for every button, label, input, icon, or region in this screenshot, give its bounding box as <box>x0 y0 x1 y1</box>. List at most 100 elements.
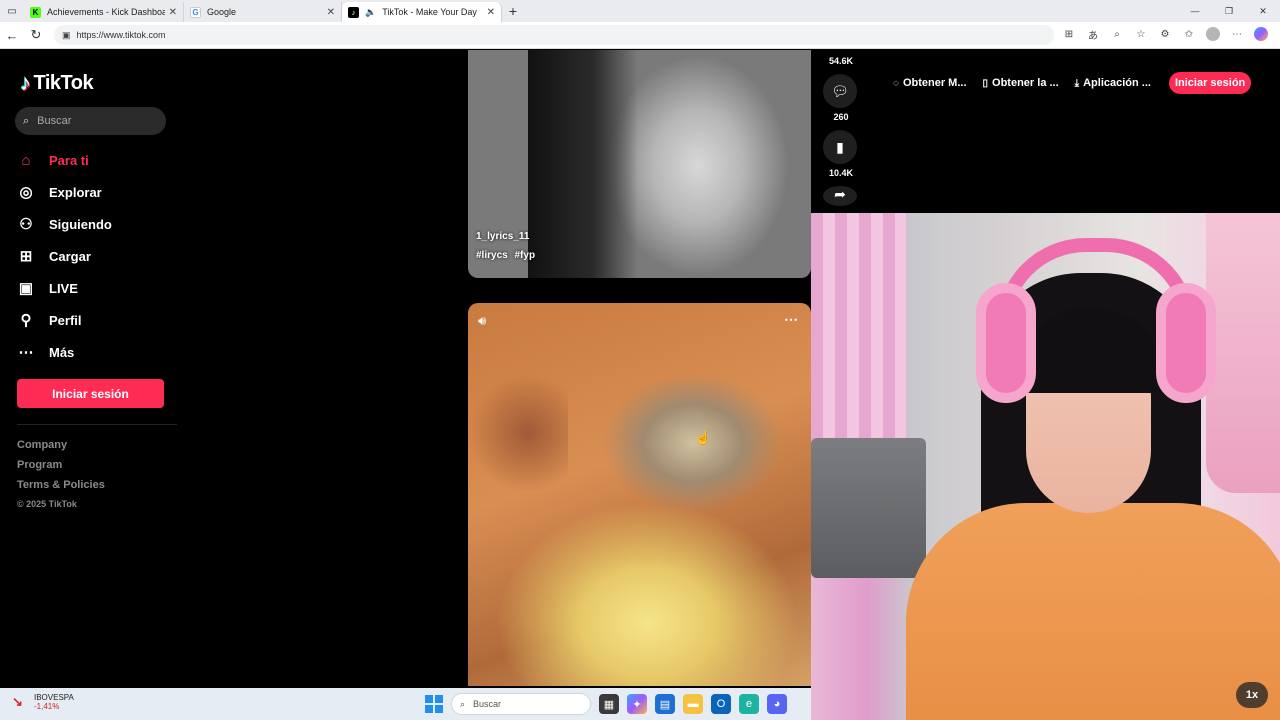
tiktok-logo[interactable]: ♪ TikTok <box>20 70 94 96</box>
tab-tiktok[interactable]: ♪ 🔈 TikTok - Make Your Day ✕ <box>342 2 502 22</box>
sidebar-footer: Company Program Terms & Policies © 2025 … <box>17 439 105 509</box>
video-frame <box>468 373 568 493</box>
zoom-icon[interactable]: ⌕ <box>1108 25 1126 43</box>
app-install-icon[interactable]: ⊞ <box>1060 25 1078 43</box>
url-field[interactable]: ▣ https://www.tiktok.com <box>54 25 1054 45</box>
close-icon[interactable]: ✕ <box>487 7 495 18</box>
tab-actions-icon[interactable]: ▭ <box>0 0 24 22</box>
outlook-icon[interactable]: O <box>711 694 731 714</box>
sidebar-item-para-ti[interactable]: ⌂ Para ti <box>17 144 177 176</box>
copyright: © 2025 TikTok <box>17 499 77 509</box>
search-box[interactable]: ⌕ <box>15 107 166 135</box>
taskbar-search-placeholder: Buscar <box>473 699 502 709</box>
translate-icon[interactable]: あ <box>1084 25 1102 43</box>
headphone-right <box>1156 283 1216 403</box>
home-icon: ⌂ <box>21 151 31 169</box>
search-input[interactable] <box>37 115 148 127</box>
tab-title: TikTok - Make Your Day <box>382 7 477 17</box>
stock-change: -1,41% <box>34 702 60 711</box>
task-view-icon[interactable]: ▦ <box>599 694 619 714</box>
screen: ▭ K Achievements - Kick Dashboard ✕ G Go… <box>0 0 1280 720</box>
reload-icon[interactable]: ↻ <box>24 23 48 47</box>
sidebar-item-label: Más <box>49 344 75 360</box>
tab-google[interactable]: G Google ✕ <box>184 2 342 22</box>
minimize-icon[interactable]: — <box>1178 0 1212 22</box>
taskbar-search[interactable]: ⌕ Buscar <box>451 693 591 715</box>
video-player-1[interactable]: 1_lyrics_11 #lirycs #fyp <box>468 50 811 278</box>
video-caption[interactable]: 1_lyrics_11 <box>476 231 529 242</box>
upload-icon: ⊞ <box>19 248 33 265</box>
windows-start-icon[interactable] <box>425 695 443 713</box>
search-icon: ⌕ <box>23 114 30 127</box>
speaker-icon[interactable]: 🔈 <box>365 7 376 18</box>
hashtag[interactable]: #lirycs <box>476 250 508 261</box>
tiktok-note-icon: ♪ <box>20 70 31 95</box>
logo-text: TikTok <box>33 71 94 94</box>
extensions-icon[interactable]: ⚙ <box>1156 25 1174 43</box>
edge-icon[interactable]: e <box>739 694 759 714</box>
download-app-link[interactable]: ⤓ Aplicación ... <box>1075 77 1151 89</box>
sidebar-item-cargar[interactable]: ⊞ Cargar <box>17 240 177 272</box>
store-icon[interactable]: ▤ <box>655 694 675 714</box>
window-controls: — ❐ ✕ <box>1178 0 1280 22</box>
stock-down-icon: ↘ <box>12 694 23 709</box>
tab-kick[interactable]: K Achievements - Kick Dashboard ✕ <box>24 2 184 22</box>
comment-icon[interactable]: 💬︎ <box>823 74 857 108</box>
browser-tabbar: ▭ K Achievements - Kick Dashboard ✕ G Go… <box>0 0 1280 22</box>
footer-link-terms[interactable]: Terms & Policies <box>17 479 105 491</box>
back-icon[interactable]: ← <box>0 23 24 47</box>
discord-icon[interactable]: ◕ <box>767 694 787 714</box>
bookmark-icon[interactable]: ▮ <box>823 130 857 164</box>
stock-widget[interactable]: ↘ IBOVESPA -1,41% <box>12 693 74 711</box>
following-icon: ⚇ <box>19 216 33 233</box>
header-login-button[interactable]: Iniciar sesión <box>1168 72 1252 94</box>
share-icon[interactable]: ➦ <box>823 186 857 206</box>
favorite-icon[interactable]: ☆ <box>1132 25 1150 43</box>
footer-link-company[interactable]: Company <box>17 439 105 451</box>
sidebar-nav: ⌂ Para ti ◎ Explorar ⚇ Siguiendo ⊞ Carga… <box>17 144 177 368</box>
copilot-icon[interactable] <box>1252 25 1270 43</box>
sidebar-item-siguiendo[interactable]: ⚇ Siguiendo <box>17 208 177 240</box>
more-icon: ⋯ <box>18 344 34 361</box>
sidebar-item-label: Para ti <box>49 152 89 168</box>
bookmark-count: 10.4K <box>828 168 854 178</box>
new-tab-button[interactable]: + <box>502 0 524 22</box>
webcam-overlay: 1x <box>811 213 1280 720</box>
site-info-icon[interactable]: ▣ <box>62 30 71 41</box>
get-app-label: Obtener la ... <box>992 77 1059 89</box>
hashtag[interactable]: #fyp <box>514 250 535 261</box>
footer-link-program[interactable]: Program <box>17 459 105 471</box>
sidebar-item-explorar[interactable]: ◎ Explorar <box>17 176 177 208</box>
profile-icon[interactable] <box>1204 25 1222 43</box>
video-player-2[interactable]: 🔊︎ ⋯ ☝ <box>468 303 811 686</box>
profile-icon: ⚲ <box>20 312 32 329</box>
close-window-icon[interactable]: ✕ <box>1246 0 1280 22</box>
live-icon: ▣ <box>18 280 34 297</box>
copilot-taskbar-icon[interactable]: ✦ <box>627 694 647 714</box>
playback-speed-badge[interactable]: 1x <box>1236 682 1268 708</box>
sidebar-item-live[interactable]: ▣ LIVE <box>17 272 177 304</box>
sidebar-item-perfil[interactable]: ⚲ Perfil <box>17 304 177 336</box>
comment-count: 260 <box>833 112 849 122</box>
sidebar-item-mas[interactable]: ⋯ Más <box>17 336 177 368</box>
get-coins-link[interactable]: ◌ Obtener M... <box>893 77 967 89</box>
close-icon[interactable]: ✕ <box>169 7 177 18</box>
get-coins-label: Obtener M... <box>902 77 967 89</box>
settings-menu-icon[interactable]: ⋯ <box>1228 25 1246 43</box>
video-frame <box>528 50 638 278</box>
sidebar-item-label: LIVE <box>49 280 78 296</box>
get-app-link[interactable]: ▯ Obtener la ... <box>983 77 1059 89</box>
favorites-bar-icon[interactable]: ✩ <box>1180 25 1198 43</box>
file-explorer-icon[interactable]: ▬ <box>683 694 703 714</box>
tiktok-icon: ♪ <box>348 6 359 18</box>
close-icon[interactable]: ✕ <box>327 7 335 18</box>
login-button[interactable]: Iniciar sesión <box>17 379 164 408</box>
more-options-icon[interactable]: ⋯ <box>784 311 799 328</box>
phone-icon: ▯ <box>982 77 989 89</box>
volume-icon[interactable]: 🔊︎ <box>478 313 486 329</box>
address-bar: ← ↻ ▣ https://www.tiktok.com ⊞ あ ⌕ ☆ ⚙ ✩… <box>0 22 1280 49</box>
sidebar-item-label: Siguiendo <box>49 216 112 232</box>
browser-toolbar: ⊞ あ ⌕ ☆ ⚙ ✩ ⋯ <box>1060 25 1270 43</box>
background-pet-crate <box>811 438 926 578</box>
restore-icon[interactable]: ❐ <box>1212 0 1246 22</box>
